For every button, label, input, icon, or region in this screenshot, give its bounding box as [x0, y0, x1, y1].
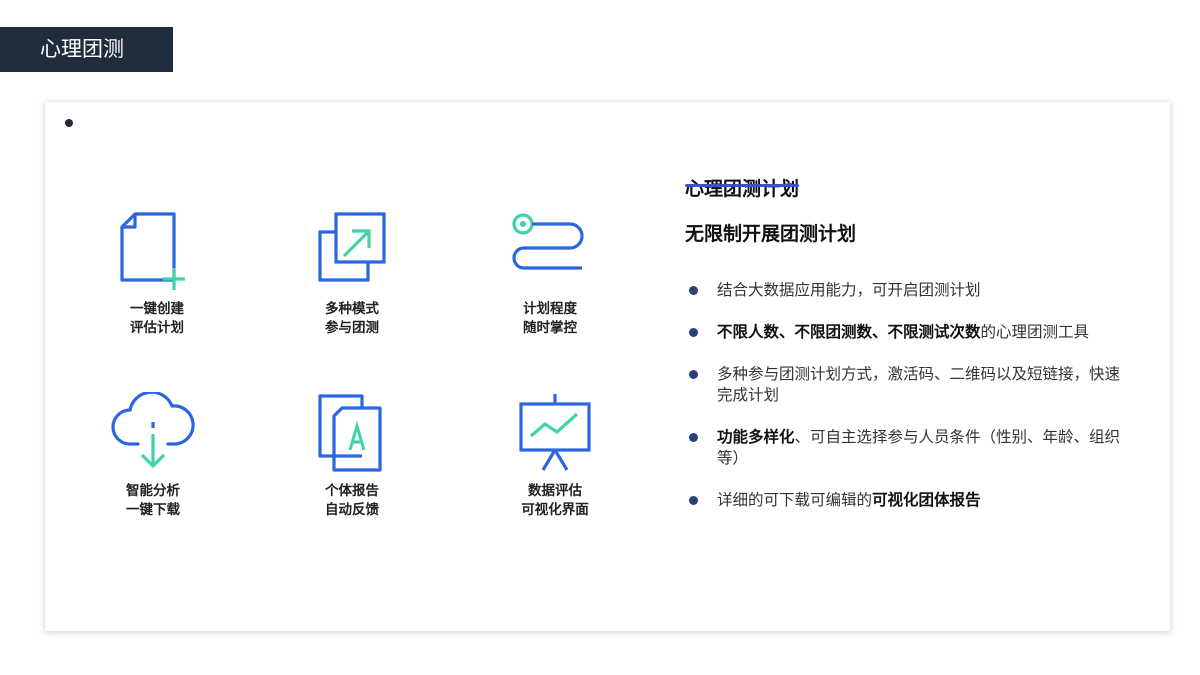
bullet-item: 结合大数据应用能力，可开启团测计划 [685, 280, 1135, 301]
feature-label-line1: 数据评估 [528, 483, 582, 499]
feature-label-line2: 参与团测 [325, 320, 379, 336]
progress-path-icon [512, 213, 584, 270]
feature-label-line1: 多种模式 [325, 301, 379, 317]
page-title: 心理团测 [40, 37, 124, 61]
bullet-item: 详细的可下载可编辑的可视化团体报告 [685, 490, 1135, 511]
new-document-icon [120, 212, 185, 290]
feature-join-modes: 多种模式 参与团测 [272, 210, 432, 338]
bullet-text: 详细的可下载可编辑的 [717, 491, 873, 509]
bullet-dot [65, 119, 73, 127]
title-underline-stroke [685, 184, 800, 187]
bullet-bold-text: 可视化团体报告 [872, 491, 981, 509]
plan-subtitle: 无限制开展团测计划 [685, 223, 857, 245]
feature-label-line2: 评估计划 [130, 320, 184, 336]
bullet-item: 功能多样化、可自主选择参与人员条件（性别、年龄、组织等） [685, 427, 1135, 469]
chart-board-icon [519, 394, 591, 471]
plan-title: 心理团测计划 [685, 174, 800, 201]
plan-bullet-list: 结合大数据应用能力，可开启团测计划 不限人数、不限团测数、不限测试次数的心理团测… [685, 280, 1135, 511]
bullet-text: 多种参与团测计划方式，激活码、二维码以及短链接，快速完成计划 [717, 365, 1121, 404]
feature-label-line1: 一键创建 [130, 301, 184, 317]
feature-label-line2: 可视化界面 [521, 502, 589, 518]
bullet-bold-text: 功能多样化 [717, 428, 795, 446]
feature-create-plan: 一键创建 评估计划 [77, 210, 237, 338]
feature-label-line2: 自动反馈 [325, 502, 379, 518]
feature-label-line1: 计划程度 [523, 301, 577, 317]
bullet-text: 的心理团测工具 [980, 323, 1090, 341]
feature-label-line1: 个体报告 [325, 483, 379, 499]
export-copy-icon [318, 212, 386, 282]
feature-label-line2: 随时掌控 [523, 320, 577, 336]
plan-panel: 心理团测计划 无限制开展团测计划 结合大数据应用能力，可开启团测计划 不限人数、… [685, 174, 1135, 532]
bullet-text: 结合大数据应用能力，可开启团测计划 [717, 281, 981, 299]
plan-title-text: 心理团测计划 [685, 178, 800, 200]
feature-label-line2: 一键下载 [126, 502, 180, 518]
feature-data-visualization: 数据评估 可视化界面 [475, 392, 635, 520]
cloud-download-icon [111, 392, 195, 469]
report-document-icon [318, 394, 382, 472]
feature-progress-control: 计划程度 随时掌控 [470, 210, 630, 338]
page-title-tab: 心理团测 [0, 27, 173, 72]
bullet-bold-text: 不限人数、不限团测数、不限测试次数 [717, 323, 981, 341]
feature-individual-report: 个体报告 自动反馈 [272, 392, 432, 520]
feature-label-line1: 智能分析 [126, 483, 180, 499]
feature-smart-analysis: 智能分析 一键下载 [73, 392, 233, 520]
bullet-item: 不限人数、不限团测数、不限测试次数的心理团测工具 [685, 322, 1135, 343]
bullet-item: 多种参与团测计划方式，激活码、二维码以及短链接，快速完成计划 [685, 364, 1135, 406]
content-card: 一键创建 评估计划 多种模式 参与团测 计划程度 随时掌控 智能分析 一键下载 … [45, 102, 1170, 631]
